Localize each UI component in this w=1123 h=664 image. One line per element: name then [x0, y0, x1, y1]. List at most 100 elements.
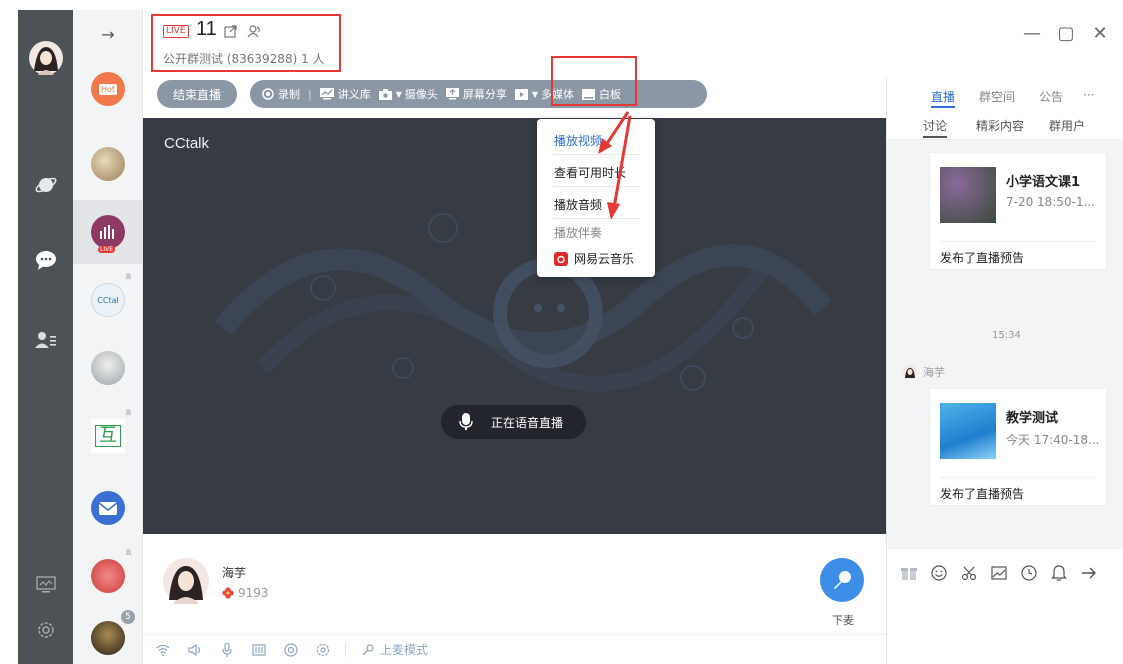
- group-item-dark[interactable]: 5: [73, 606, 143, 664]
- live-badge: LIVE: [163, 25, 189, 38]
- subtab-highlights[interactable]: 精彩内容: [976, 117, 1024, 134]
- more-tabs-button[interactable]: ···: [1083, 88, 1094, 102]
- right-panel-subtabs: 讨论 精彩内容 群用户: [887, 112, 1123, 140]
- cctalk-watermark-icon: [214, 213, 832, 392]
- card-footer: 发布了直播预告: [940, 487, 1025, 501]
- card-title: 小学语文课1: [1006, 175, 1081, 190]
- wifi-icon[interactable]: [153, 640, 173, 660]
- menu-item-netease-music[interactable]: 网易云音乐: [554, 250, 634, 267]
- mute-bell-icon: [125, 549, 132, 555]
- lecture-library-button[interactable]: 讲义库: [319, 86, 371, 102]
- card-thumbnail: [940, 403, 996, 459]
- tab-live[interactable]: 直播: [931, 88, 955, 105]
- equalizer-icon[interactable]: [249, 640, 269, 660]
- end-live-button[interactable]: 结束直播: [157, 80, 237, 108]
- close-button[interactable]: ✕: [1087, 20, 1113, 46]
- speaker-icon[interactable]: [185, 640, 205, 660]
- live-toolbar: 录制 | 讲义库 ▼ 摄像头 屏幕分享 ▼ 多媒体 白板: [250, 80, 707, 108]
- active-subtab-indicator: [923, 136, 947, 138]
- live-stage: CCtalk 正在语音直播: [143, 118, 886, 534]
- live-preview-card[interactable]: 小学语文课1 7-20 18:50-1... 发布了直播预告: [929, 152, 1107, 270]
- maximize-button[interactable]: ▢: [1053, 20, 1079, 46]
- tab-announcement[interactable]: 公告: [1039, 88, 1063, 105]
- live-preview-card[interactable]: 教学测试 今天 17:40-18... 发布了直播预告: [929, 388, 1107, 506]
- chat-input[interactable]: [887, 596, 1123, 664]
- main-sidebar: [18, 10, 73, 664]
- screen-share-button[interactable]: 屏幕分享: [445, 86, 507, 102]
- card-footer: 发布了直播预告: [940, 251, 1025, 265]
- subtab-group-users[interactable]: 群用户: [1049, 117, 1085, 134]
- unread-badge: 5: [121, 610, 135, 624]
- emoji-icon[interactable]: [929, 563, 949, 583]
- app-window: → Hot LIVE CCtal 互 5 LIVE 11 公开群测试 (8363…: [0, 0, 1123, 664]
- effects-icon[interactable]: [281, 640, 301, 660]
- play-media-icon: [514, 88, 528, 100]
- group-item-hot[interactable]: Hot: [73, 65, 143, 113]
- microphone-icon: [834, 571, 851, 589]
- planet-icon[interactable]: [18, 165, 73, 205]
- flower-count: 9193: [222, 586, 269, 600]
- slides-icon: [319, 88, 334, 100]
- bell-icon[interactable]: [1049, 563, 1069, 583]
- mic-mode-icon: [358, 640, 378, 660]
- speaker-name: 海芋: [222, 566, 247, 580]
- microphone-icon: [459, 413, 473, 430]
- expand-arrow-icon[interactable]: [1079, 563, 1099, 583]
- card-thumbnail: [940, 167, 996, 223]
- group-item-live[interactable]: LIVE: [73, 200, 143, 264]
- group-item-red[interactable]: [73, 544, 143, 608]
- card-title: 教学测试: [1006, 411, 1059, 426]
- flower-icon: [222, 587, 234, 599]
- card-time: 今天 17:40-18...: [1006, 433, 1100, 447]
- chat-timestamp: 15:34: [992, 330, 1021, 341]
- monitor-icon[interactable]: [18, 565, 73, 605]
- mute-bell-icon: [125, 409, 132, 415]
- active-tab-indicator: [931, 106, 955, 108]
- group-item-photo[interactable]: [73, 132, 143, 196]
- chat-icon[interactable]: [18, 240, 73, 280]
- multimedia-highlight-box: [551, 56, 637, 106]
- mic-mode-button[interactable]: 上麦模式: [380, 641, 428, 658]
- leave-mic-button[interactable]: [820, 558, 864, 602]
- image-icon[interactable]: [989, 563, 1009, 583]
- collapse-arrow-icon[interactable]: →: [73, 10, 143, 58]
- chat-sender: 海芋: [903, 364, 945, 380]
- mic-icon[interactable]: [217, 640, 237, 660]
- card-time: 7-20 18:50-1...: [1006, 195, 1096, 209]
- camera-button[interactable]: ▼ 摄像头: [378, 86, 438, 102]
- group-list: → Hot LIVE CCtal 互 5: [73, 10, 143, 664]
- settings-icon[interactable]: [18, 610, 73, 650]
- scissors-icon[interactable]: [959, 563, 979, 583]
- record-button[interactable]: 录制: [262, 86, 300, 102]
- group-item-room[interactable]: [73, 336, 143, 400]
- mute-bell-icon: [125, 273, 132, 279]
- subtab-discussion[interactable]: 讨论: [923, 117, 947, 134]
- user-avatar[interactable]: [18, 38, 73, 78]
- chat-toolbar: [887, 548, 1123, 596]
- right-panel: 直播 群空间 公告 ··· 讨论 精彩内容 群用户 小学语文课1 7-20 18…: [886, 78, 1123, 664]
- contacts-icon[interactable]: [18, 320, 73, 360]
- record-icon: [262, 88, 274, 100]
- sender-avatar: [903, 365, 917, 379]
- screen-share-icon: [445, 88, 459, 100]
- gift-icon[interactable]: [899, 563, 919, 583]
- speaker-area: 海芋 9193 下麦: [143, 534, 886, 634]
- right-panel-tabs: 直播 群空间 公告 ···: [887, 78, 1123, 112]
- share-icon[interactable]: [224, 25, 237, 38]
- group-item-hu[interactable]: 互: [73, 404, 143, 468]
- minimize-button[interactable]: —: [1019, 20, 1045, 46]
- leave-mic-label: 下麦: [832, 614, 854, 627]
- toolbar-divider: |: [308, 87, 312, 101]
- card-divider: [940, 477, 1096, 478]
- group-item-cctalk[interactable]: CCtal: [73, 268, 143, 332]
- group-members-icon[interactable]: [247, 24, 262, 39]
- camera-dropdown-icon: ▼: [395, 89, 402, 99]
- settings-icon[interactable]: [313, 640, 333, 660]
- history-clock-icon[interactable]: [1019, 563, 1039, 583]
- group-item-mail[interactable]: [73, 476, 143, 540]
- bottom-toolbar: 上麦模式: [143, 634, 886, 664]
- card-divider: [940, 241, 1096, 242]
- speaker-avatar[interactable]: [163, 558, 209, 604]
- camera-icon: [378, 88, 392, 100]
- tab-group-space[interactable]: 群空间: [979, 88, 1015, 105]
